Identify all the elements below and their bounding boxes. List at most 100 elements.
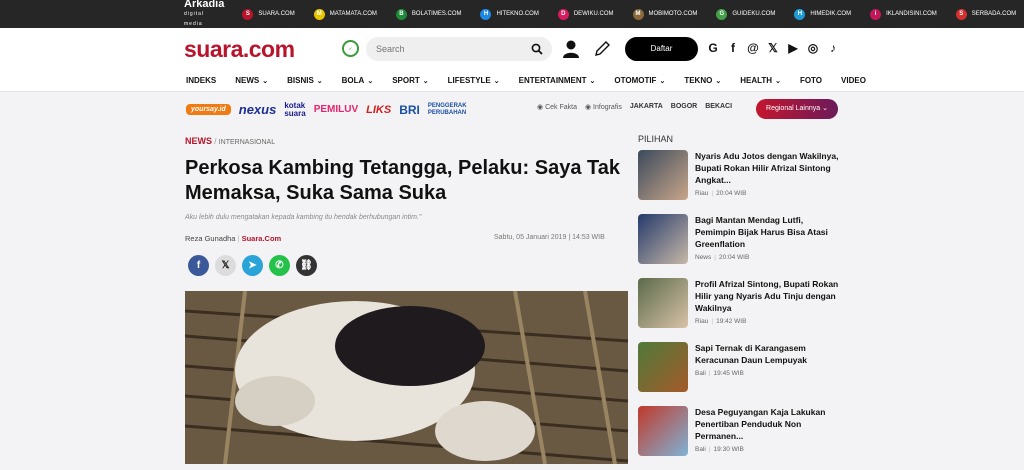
share-x-icon[interactable]: 𝕏 [215,255,236,276]
register-button[interactable]: Daftar [625,37,698,61]
sidebar-article[interactable]: Sapi Ternak di Karangasem Keracunan Daun… [638,342,838,406]
network-bar: Arkadia digital media S SUARA.COM M MATAMAT… [0,0,1024,28]
nav-item[interactable]: LIFESTYLE ⌄ [448,76,500,85]
share-buttons: f 𝕏 ➤ ✆ ⛓ [188,255,317,276]
anniversary-badge-icon: ✓ [342,40,359,57]
sidebar-article-meta: Riau | 20:04 WIB [695,190,746,197]
chevron-down-icon: ⌄ [422,77,429,85]
arkadia-logo[interactable]: Arkadia digital media [184,0,224,29]
nav-item[interactable]: TEKNO ⌄ [684,76,721,85]
nav-item[interactable]: BISNIS ⌄ [287,76,323,85]
chevron-down-icon: ⌄ [822,105,828,112]
sidebar-article-meta: Bali | 19:30 WIB [695,446,744,453]
site-logo-icon: S [955,8,967,20]
partner-liks[interactable]: LIKS [366,104,391,116]
partner-bri[interactable]: BRI [399,103,420,117]
bogor-link[interactable]: BOGOR [671,103,697,111]
article-region[interactable]: Riau [695,318,708,325]
article-hero-image [185,291,628,464]
facebook-icon[interactable]: f [727,41,739,55]
article-time: 20:04 WIB [718,254,750,261]
breadcrumb-category[interactable]: NEWS [185,136,212,146]
network-site-link[interactable]: B BOLATIMES.COM [395,8,461,20]
google-icon[interactable]: G [707,41,719,55]
regional-dropdown[interactable]: Regional Lainnya ⌄ [756,99,838,119]
article-thumbnail[interactable] [638,214,688,264]
network-site-label: SUARA.COM [258,11,295,17]
article-region[interactable]: News [695,254,711,261]
breadcrumb-subcategory[interactable]: INTERNASIONAL [219,139,275,146]
share-telegram-icon[interactable]: ➤ [242,255,263,276]
network-site-link[interactable]: H HITEKNO.COM [480,8,539,20]
partner-kotak-suara[interactable]: kotak suara [284,101,305,118]
article-thumbnail[interactable] [638,342,688,392]
cek-fakta-link[interactable]: ◉ Cek Fakta [537,103,577,111]
network-site-link[interactable]: D DEWIKU.COM [557,8,614,20]
chevron-down-icon: ⌄ [316,77,323,85]
article-thumbnail[interactable] [638,278,688,328]
article-lead: Aku lebih dulu mengatakan kepada kambing… [185,214,422,221]
nav-item[interactable]: NEWS ⌄ [235,76,268,85]
bekasi-link[interactable]: BEKACI [705,103,732,111]
network-site-link[interactable]: S SERBADA.COM [955,8,1016,20]
site-logo[interactable]: suara.com [184,36,295,63]
article-region[interactable]: Riau [695,190,708,197]
nav-item[interactable]: VIDEO [841,76,866,85]
nav-item[interactable]: ENTERTAINMENT ⌄ [519,76,596,85]
network-site-label: DEWIKU.COM [573,11,614,17]
article-thumbnail[interactable] [638,406,688,456]
article-time: 19:30 WIB [713,446,744,453]
sidebar-article[interactable]: Nyaris Adu Jotos dengan Wakilnya, Bupati… [638,150,838,214]
article-region[interactable]: Bali [695,370,706,377]
sidebar-article-title[interactable]: Desa Peguyangan Kaja Lakukan Penertiban … [695,406,840,442]
network-site-label: IKLANDISINI.COM [886,11,937,17]
sidebar-article[interactable]: Desa Peguyangan Kaja Lakukan Penertiban … [638,406,838,470]
share-copy-link-icon[interactable]: ⛓ [296,255,317,276]
share-facebook-icon[interactable]: f [188,255,209,276]
sidebar-article-title[interactable]: Nyaris Adu Jotos dengan Wakilnya, Bupati… [695,150,840,186]
infografis-link[interactable]: ◉ Infografis [585,103,622,111]
partner-nexus[interactable]: nexus [239,102,277,117]
threads-icon[interactable]: @ [747,41,759,55]
write-pen-icon[interactable] [593,40,611,58]
search-input[interactable] [366,37,516,61]
partner-pemiluv[interactable]: PEMILUV [314,104,358,115]
user-icon[interactable] [562,39,580,59]
sidebar-article[interactable]: Bagi Mantan Mendag Lutfi, Pemimpin Bijak… [638,214,838,278]
nav-item[interactable]: INDEKS [186,76,216,85]
nav-item[interactable]: FOTO [800,76,822,85]
network-site-link[interactable]: i IKLANDISINI.COM [870,8,937,20]
article-region[interactable]: Bali [695,446,706,453]
nav-item[interactable]: SPORT ⌄ [392,76,428,85]
article-thumbnail[interactable] [638,150,688,200]
author-name[interactable]: Reza Gunadha [185,234,235,243]
share-whatsapp-icon[interactable]: ✆ [269,255,290,276]
site-logo-icon: M [632,8,644,20]
network-site-link[interactable]: H HIMEDIK.COM [794,8,851,20]
partner-yoursay[interactable]: yoursay.id [186,104,231,115]
partner-penggerak[interactable]: PENGGERAK PERUBAHAN [428,103,467,117]
network-site-link[interactable]: M MOBIMOTO.COM [632,8,697,20]
article-time: 19:42 WIB [716,318,747,325]
sidebar-article-title[interactable]: Bagi Mantan Mendag Lutfi, Pemimpin Bijak… [695,214,840,250]
nav-item[interactable]: HEALTH ⌄ [740,76,781,85]
x-twitter-icon[interactable]: 𝕏 [767,41,779,55]
sidebar-article-title[interactable]: Profil Afrizal Sintong, Bupati Rokan Hil… [695,278,840,314]
instagram-icon[interactable]: ◎ [807,41,819,55]
chevron-down-icon: ⌄ [775,77,781,85]
jakarta-link[interactable]: JAKARTA [630,103,663,111]
sidebar-article[interactable]: Profil Afrizal Sintong, Bupati Rokan Hil… [638,278,838,342]
search-icon[interactable] [531,43,543,55]
youtube-icon[interactable]: ▶ [787,41,799,55]
network-site-link[interactable]: S SUARA.COM [242,8,295,20]
meta-separator: | [711,190,714,197]
meta-separator: | [714,254,716,261]
tiktok-icon[interactable]: ♪ [827,41,839,55]
network-site-link[interactable]: G GUIDEKU.COM [716,8,775,20]
sidebar-title: PILIHAN [638,134,674,144]
network-site-link[interactable]: M MATAMATA.COM [313,8,377,20]
sidebar-article-title[interactable]: Sapi Ternak di Karangasem Keracunan Daun… [695,342,840,366]
nav-item[interactable]: BOLA ⌄ [342,76,374,85]
nav-item[interactable]: OTOMOTIF ⌄ [614,76,665,85]
partner-penggerak-line1: PENGGERAK [427,102,467,109]
